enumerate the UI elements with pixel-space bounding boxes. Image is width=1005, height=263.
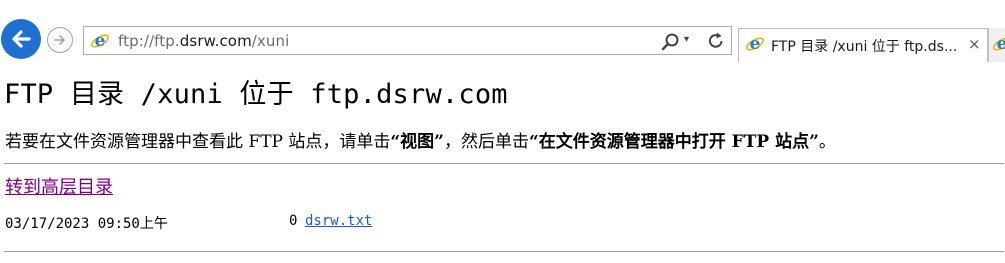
tab-ftp-directory[interactable]: e FTP 目录 /xuni 位于 ftp.ds... ×: [738, 28, 988, 62]
address-bar[interactable]: e ftp://ftp.dsrw.com/xuni ▾: [83, 26, 732, 55]
browser-chrome: e ftp://ftp.dsrw.com/xuni ▾ e FTP 目录 /xu…: [0, 0, 1005, 62]
search-icon[interactable]: [661, 32, 681, 52]
tab-title: FTP 目录 /xuni 位于 ftp.ds...: [771, 39, 958, 55]
ie-icon: e: [90, 31, 110, 50]
parent-directory-link[interactable]: 转到高层目录: [5, 173, 113, 199]
divider-bottom: [4, 251, 1004, 252]
instructions-open-in-explorer: “在文件资源管理器中打开 FTP 站点”: [528, 132, 819, 152]
list-item: 03/17/2023 09:50上午 0 dsrw.txt: [5, 213, 505, 233]
url-prefix: ftp://ftp.: [118, 32, 180, 50]
close-icon[interactable]: ×: [968, 35, 981, 53]
divider-top: [4, 163, 1004, 164]
back-button[interactable]: [1, 19, 41, 59]
svg-text:e: e: [750, 34, 761, 53]
new-tab-button[interactable]: e: [988, 28, 1005, 62]
instructions-part1: 若要在文件资源管理器中查看此 FTP 站点，请单击: [5, 132, 391, 152]
svg-text:e: e: [95, 31, 106, 50]
file-date: 03/17/2023 09:50上午: [5, 216, 168, 232]
instructions-part3: 。: [818, 132, 836, 152]
instructions-part2: ，然后单击: [443, 132, 529, 152]
ie-icon: e: [992, 34, 1005, 53]
ie-icon: e: [745, 34, 765, 53]
svg-text:e: e: [997, 34, 1005, 53]
back-arrow-icon: [12, 30, 31, 48]
address-dropdown-button[interactable]: ▾: [684, 34, 696, 50]
url-domain: dsrw.com: [179, 32, 252, 50]
url-text[interactable]: ftp://ftp.dsrw.com/xuni: [118, 32, 289, 50]
instructions-view-menu: “视图”: [390, 132, 444, 152]
page-title: FTP 目录 /xuni 位于 ftp.dsrw.com: [4, 79, 508, 110]
forward-button[interactable]: [47, 27, 73, 53]
refresh-icon[interactable]: [706, 31, 726, 51]
file-link[interactable]: dsrw.txt: [305, 213, 372, 229]
forward-arrow-icon: [54, 35, 65, 45]
url-suffix: /xuni: [251, 32, 290, 50]
file-size: 0: [289, 213, 298, 229]
instructions-text: 若要在文件资源管理器中查看此 FTP 站点，请单击“视图”，然后单击“在文件资源…: [5, 127, 836, 152]
